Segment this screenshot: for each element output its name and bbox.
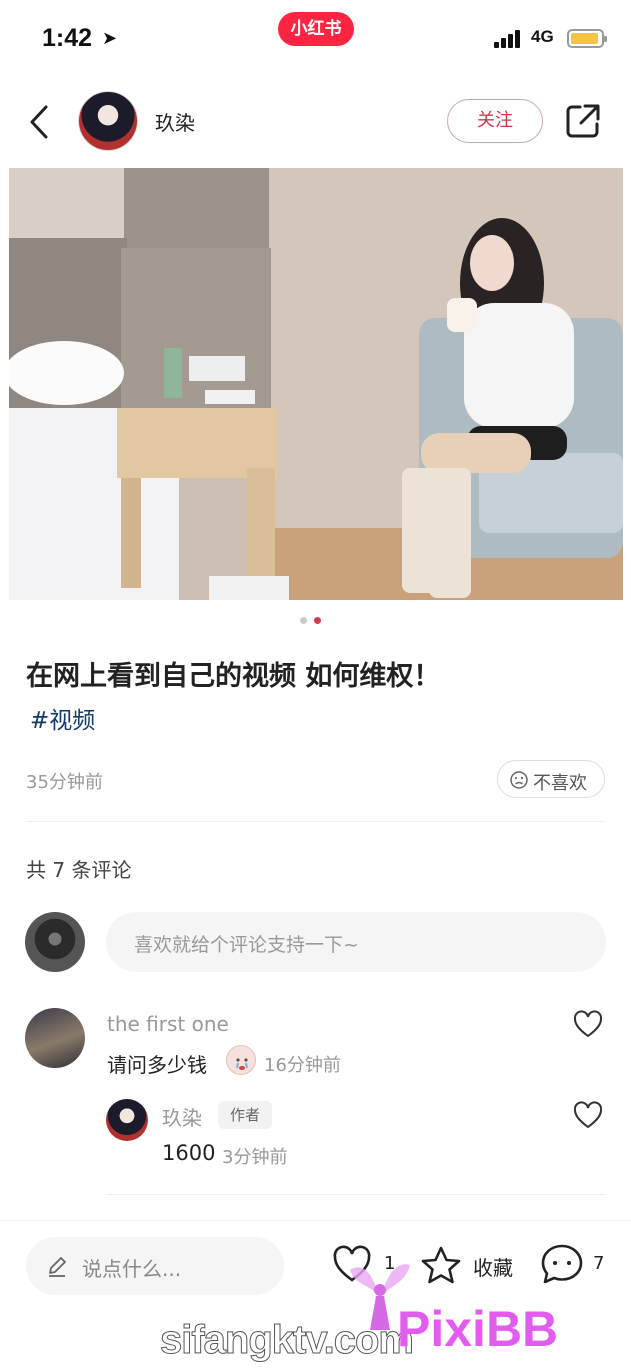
battery-icon: [567, 29, 607, 48]
status-time: 1:42: [42, 24, 93, 52]
commenter-name[interactable]: the first one: [107, 1012, 229, 1036]
site-watermark: sifangktv.com: [160, 1318, 415, 1363]
follow-button[interactable]: 关注: [447, 99, 543, 143]
back-arrow-icon[interactable]: [26, 104, 54, 140]
pen-icon: [49, 1257, 66, 1277]
pager-dot[interactable]: [300, 617, 307, 624]
author-name[interactable]: 玖染: [155, 107, 195, 136]
network-label: 4G: [531, 27, 554, 46]
say-something-placeholder: 说点什么...: [82, 1257, 182, 1281]
location-icon: ➤: [102, 28, 118, 49]
author-badge: 作者: [218, 1101, 272, 1129]
note-time: 35分钟前: [26, 772, 103, 793]
my-avatar: [25, 912, 85, 972]
note-title: 在网上看到自己的视频 如何维权！: [26, 661, 441, 692]
crying-emoji-icon: [226, 1045, 256, 1075]
share-icon[interactable]: [564, 102, 602, 140]
comment-text: 请问多少钱: [107, 1053, 207, 1077]
comment-input[interactable]: 喜欢就给个评论支持一下~: [106, 912, 606, 972]
say-something-input[interactable]: 说点什么...: [26, 1237, 284, 1295]
app-badge: 小红书: [278, 12, 354, 46]
reply-time: 3分钟前: [222, 1147, 288, 1168]
image-pager: [298, 617, 328, 625]
reply-text: 1600: [162, 1141, 216, 1165]
comment-bubble-icon[interactable]: [540, 1243, 584, 1285]
commenter-avatar[interactable]: [25, 1008, 85, 1068]
comment-input-placeholder: 喜欢就给个评论支持一下~: [134, 934, 359, 956]
star-icon[interactable]: [420, 1245, 462, 1285]
reply-author-name[interactable]: 玖染: [162, 1102, 202, 1131]
reply-divider: [106, 1194, 606, 1195]
note-photo-illustration: [9, 168, 623, 600]
pager-dot-active[interactable]: [314, 617, 321, 624]
note-header: 玖染 关注: [0, 82, 631, 164]
comment-like-icon[interactable]: [573, 1010, 603, 1038]
signal-icon: [494, 30, 526, 48]
section-divider: [26, 821, 605, 822]
comment-total: 7: [593, 1253, 605, 1274]
comment-count: 共 7 条评论: [26, 858, 132, 882]
reply-author-avatar[interactable]: [106, 1099, 148, 1141]
status-bar: 1:42 ➤ 小红书 4G: [0, 0, 631, 80]
collect-label[interactable]: 收藏: [473, 1252, 513, 1281]
dislike-button[interactable]: 不喜欢: [497, 760, 605, 798]
reply-like-icon[interactable]: [573, 1101, 603, 1129]
comment-time: 16分钟前: [264, 1055, 341, 1076]
sad-face-icon: [510, 771, 528, 789]
dislike-label: 不喜欢: [533, 773, 587, 794]
brand-watermark: PixiBB: [397, 1301, 559, 1357]
author-avatar[interactable]: [78, 91, 138, 151]
note-image[interactable]: [9, 168, 623, 600]
note-tag[interactable]: #视频: [30, 701, 95, 735]
